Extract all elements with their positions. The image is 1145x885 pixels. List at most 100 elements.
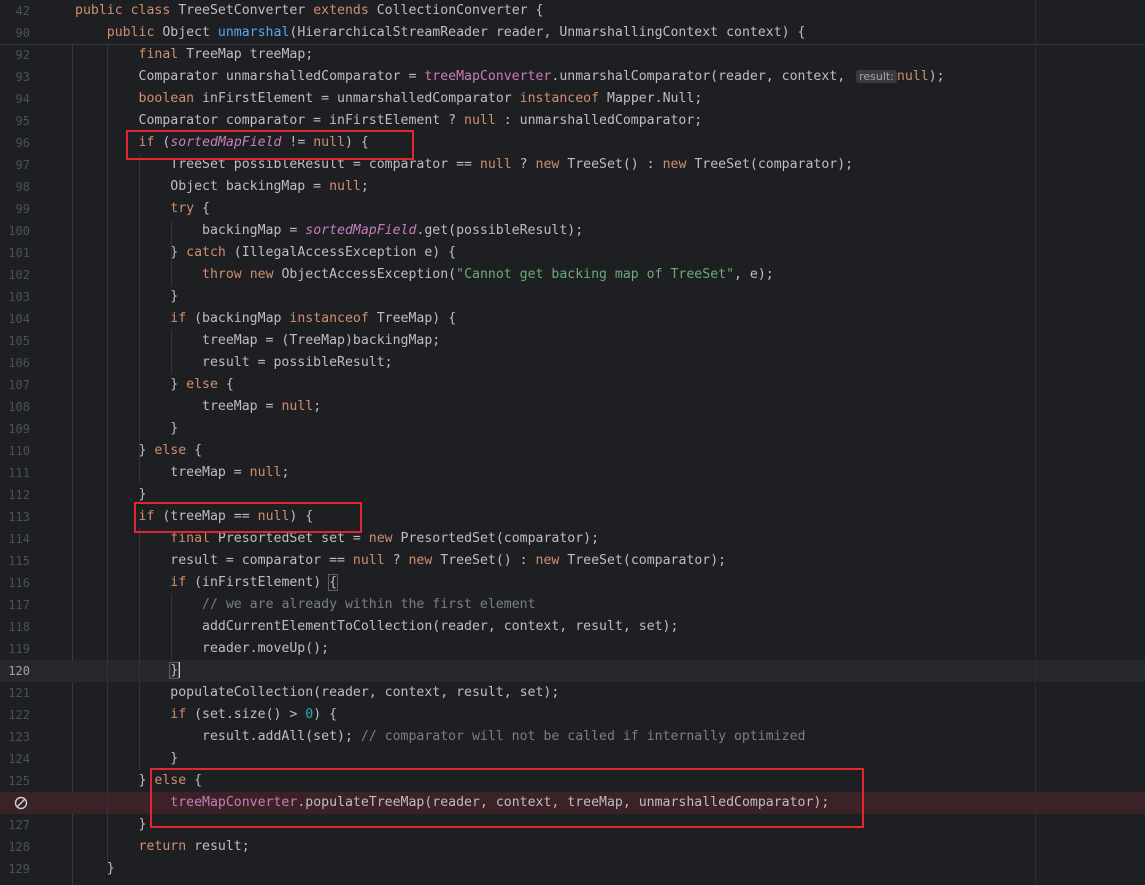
code-text[interactable]: throw new ObjectAccessException("Cannot … xyxy=(75,264,774,286)
code-line[interactable]: 93 Comparator unmarshalledComparator = t… xyxy=(0,66,1145,88)
code-editor[interactable]: 42 public class TreeSetConverter extends … xyxy=(0,0,1145,885)
code-text[interactable]: } catch (IllegalAccessException e) { xyxy=(75,242,456,264)
line-number[interactable]: 42 xyxy=(0,0,30,22)
line-number[interactable]: 116 xyxy=(0,572,30,594)
line-number[interactable]: 121 xyxy=(0,682,30,704)
line-number[interactable]: 118 xyxy=(0,616,30,638)
code-text[interactable]: } else { xyxy=(75,770,203,792)
code-line[interactable]: 127 } xyxy=(0,814,1145,836)
code-line[interactable]: 92 final TreeMap treeMap; xyxy=(0,44,1145,66)
line-number[interactable]: 95 xyxy=(0,110,30,132)
line-number[interactable]: 99 xyxy=(0,198,30,220)
line-number[interactable]: 101 xyxy=(0,242,30,264)
code-text[interactable]: public class TreeSetConverter extends Co… xyxy=(75,0,543,22)
code-line[interactable]: 95 Comparator comparator = inFirstElemen… xyxy=(0,110,1145,132)
code-line[interactable]: 125 } else { xyxy=(0,770,1145,792)
code-text[interactable]: Object backingMap = null; xyxy=(75,176,369,198)
line-number[interactable]: 96 xyxy=(0,132,30,154)
code-line[interactable]: 97 TreeSet possibleResult = comparator =… xyxy=(0,154,1145,176)
code-text[interactable]: result = possibleResult; xyxy=(75,352,393,374)
code-text[interactable]: addCurrentElementToCollection(reader, co… xyxy=(75,616,678,638)
code-line[interactable]: 110 } else { xyxy=(0,440,1145,462)
line-number[interactable]: 117 xyxy=(0,594,30,616)
sticky-code-line[interactable]: 90 public Object unmarshal(HierarchicalS… xyxy=(0,22,1145,44)
line-number[interactable]: 110 xyxy=(0,440,30,462)
code-line[interactable]: treeMapConverter.populateTreeMap(reader,… xyxy=(0,792,1145,814)
code-text[interactable]: } else { xyxy=(75,374,234,396)
line-number[interactable]: 94 xyxy=(0,88,30,110)
line-number[interactable]: 107 xyxy=(0,374,30,396)
line-number[interactable]: 105 xyxy=(0,330,30,352)
code-line[interactable]: 115 result = comparator == null ? new Tr… xyxy=(0,550,1145,572)
line-number[interactable]: 129 xyxy=(0,858,30,880)
code-text[interactable]: } xyxy=(75,660,180,682)
sticky-code-line[interactable]: 42 public class TreeSetConverter extends … xyxy=(0,0,1145,22)
line-number[interactable]: 128 xyxy=(0,836,30,858)
line-number[interactable]: 115 xyxy=(0,550,30,572)
code-line[interactable]: 124 } xyxy=(0,748,1145,770)
code-line[interactable]: 128 return result; xyxy=(0,836,1145,858)
line-number[interactable]: 104 xyxy=(0,308,30,330)
code-text[interactable]: if (backingMap instanceof TreeMap) { xyxy=(75,308,456,330)
code-line[interactable]: 111 treeMap = null; xyxy=(0,462,1145,484)
code-text[interactable]: backingMap = sortedMapField.get(possible… xyxy=(75,220,583,242)
code-line[interactable]: 96 if (sortedMapField != null) { xyxy=(0,132,1145,154)
code-text[interactable]: } xyxy=(75,286,178,308)
line-number[interactable]: 90 xyxy=(0,22,30,44)
code-line[interactable]: 108 treeMap = null; xyxy=(0,396,1145,418)
line-number[interactable]: 111 xyxy=(0,462,30,484)
code-text[interactable]: if (treeMap == null) { xyxy=(75,506,314,528)
code-line[interactable]: 123 result.addAll(set); // comparator wi… xyxy=(0,726,1145,748)
line-number[interactable]: 112 xyxy=(0,484,30,506)
line-number[interactable]: 106 xyxy=(0,352,30,374)
line-number[interactable]: 92 xyxy=(0,44,30,66)
code-line[interactable]: 120 } xyxy=(0,660,1145,682)
line-number[interactable]: 113 xyxy=(0,506,30,528)
code-text[interactable]: treeMapConverter.populateTreeMap(reader,… xyxy=(75,792,829,814)
code-text[interactable]: final PresortedSet set = new PresortedSe… xyxy=(75,528,599,550)
code-text[interactable]: } xyxy=(75,814,147,836)
code-line[interactable]: 122 if (set.size() > 0) { xyxy=(0,704,1145,726)
line-number[interactable]: 98 xyxy=(0,176,30,198)
code-line[interactable]: 112 } xyxy=(0,484,1145,506)
code-text[interactable]: boolean inFirstElement = unmarshalledCom… xyxy=(75,88,703,110)
code-line[interactable]: 114 final PresortedSet set = new Presort… xyxy=(0,528,1145,550)
code-text[interactable]: reader.moveUp(); xyxy=(75,638,329,660)
line-number[interactable]: 100 xyxy=(0,220,30,242)
code-text[interactable]: } xyxy=(75,484,147,506)
code-text[interactable]: Comparator unmarshalledComparator = tree… xyxy=(75,66,945,88)
code-text[interactable]: result.addAll(set); // comparator will n… xyxy=(75,726,805,748)
code-text[interactable]: return result; xyxy=(75,836,250,858)
code-text[interactable]: } xyxy=(75,748,178,770)
disabled-breakpoint-icon[interactable] xyxy=(14,796,28,810)
code-text[interactable]: } xyxy=(75,418,178,440)
line-number[interactable]: 120 xyxy=(0,660,30,682)
code-line[interactable]: 94 boolean inFirstElement = unmarshalled… xyxy=(0,88,1145,110)
code-text[interactable]: populateCollection(reader, context, resu… xyxy=(75,682,559,704)
code-text[interactable]: if (inFirstElement) { xyxy=(75,572,339,594)
code-text[interactable]: treeMap = null; xyxy=(75,396,321,418)
code-text[interactable]: treeMap = (TreeMap)backingMap; xyxy=(75,330,440,352)
line-number[interactable]: 109 xyxy=(0,418,30,440)
code-line[interactable]: 107 } else { xyxy=(0,374,1145,396)
line-number[interactable]: 124 xyxy=(0,748,30,770)
code-text[interactable]: if (sortedMapField != null) { xyxy=(75,132,369,154)
code-line[interactable]: 98 Object backingMap = null; xyxy=(0,176,1145,198)
code-text[interactable]: if (set.size() > 0) { xyxy=(75,704,337,726)
code-line[interactable]: 99 try { xyxy=(0,198,1145,220)
code-line[interactable]: 116 if (inFirstElement) { xyxy=(0,572,1145,594)
line-number[interactable]: 125 xyxy=(0,770,30,792)
code-text[interactable]: result = comparator == null ? new TreeSe… xyxy=(75,550,726,572)
line-number[interactable]: 97 xyxy=(0,154,30,176)
line-number[interactable]: 123 xyxy=(0,726,30,748)
code-line[interactable]: 121 populateCollection(reader, context, … xyxy=(0,682,1145,704)
line-number[interactable]: 122 xyxy=(0,704,30,726)
code-text[interactable]: } xyxy=(75,858,115,880)
line-number[interactable]: 114 xyxy=(0,528,30,550)
code-text[interactable]: Comparator comparator = inFirstElement ?… xyxy=(75,110,703,132)
line-number[interactable]: 127 xyxy=(0,814,30,836)
line-number[interactable]: 102 xyxy=(0,264,30,286)
code-line[interactable]: 104 if (backingMap instanceof TreeMap) { xyxy=(0,308,1145,330)
code-line[interactable]: 109 } xyxy=(0,418,1145,440)
line-number[interactable]: 119 xyxy=(0,638,30,660)
